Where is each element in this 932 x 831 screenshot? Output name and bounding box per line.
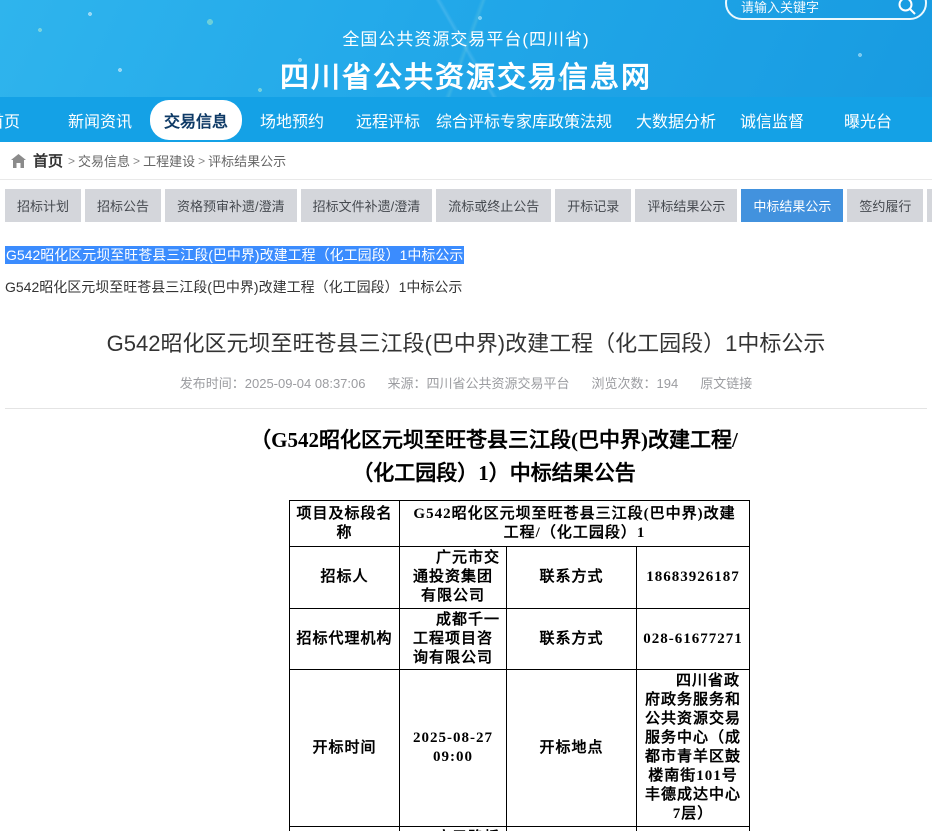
breadcrumb-separator: > [133,154,140,168]
page-title: G542昭化区元坝至旺苍县三江段(巴中界)改建工程（化工园段）1中标公示 [0,326,932,358]
category-tabs: 招标计划 招标公告 资格预审补遗/澄清 招标文件补遗/澄清 流标或终止公告 开标… [5,189,932,222]
cell-winner-label: 中标单位 [290,826,400,831]
nav-item-remote-evaluation[interactable]: 远程评标 [340,108,436,132]
table-row: 招标人 广元市交通投资集团有限公司 联系方式 18683926187 [290,547,750,609]
site-subtitle: 全国公共资源交易平台(四川省) [0,25,932,50]
content-divider [5,408,927,409]
cell-agency-contact-value: 028-61677271 [637,608,750,670]
nav-item-trade-info[interactable]: 交易信息 [148,100,244,140]
result-list-item[interactable]: G542昭化区元坝至旺苍县三江段(巴中界)改建工程（化工园段）1中标公示 [5,277,932,297]
cell-contact-label: 联系方式 [507,547,637,609]
nav-item-exposure[interactable]: 曝光台 [820,108,916,132]
cell-project-name-value: G542昭化区元坝至旺苍县三江段(巴中界)改建工程/（化工园段）1 [400,501,750,547]
table-row: 开标时间 2025-08-27 09:00 开标地点 四川省政府政务服务和公共资… [290,670,750,826]
publish-time: 发布时间：2025-09-04 08:37:06 [180,376,366,391]
cell-notice-date-label: 中标通知书发出日期 [507,826,637,831]
cell-opening-time-label: 开标时间 [290,670,400,826]
search-box[interactable] [725,0,927,20]
table-row: 项目及标段名称 G542昭化区元坝至旺苍县三江段(巴中界)改建工程/（化工园段）… [290,501,750,547]
tab-award-results[interactable]: 中标结果公示 [741,189,843,222]
cell-project-name-label: 项目及标段名称 [290,501,400,547]
breadcrumb: 首页 > 交易信息 > 工程建设 > 评标结果公示 [0,142,932,180]
tab-prequalification-supplement[interactable]: 资格预审补遗/澄清 [165,189,297,222]
site-title: 四川省公共资源交易信息网 [0,54,932,96]
search-icon[interactable] [897,0,917,16]
cell-tenderer-label: 招标人 [290,547,400,609]
nav-item-policies[interactable]: 政策法规 [532,108,628,132]
nav-item-home[interactable]: 首页 [0,108,52,132]
award-result-table: 项目及标段名称 G542昭化区元坝至旺苍县三江段(巴中界)改建工程/（化工园段）… [289,500,750,831]
article-meta: 发布时间：2025-09-04 08:37:06 来源：四川省公共资源交易平台 浏览… [0,373,932,392]
main-navbar: 首页 新闻资讯 交易信息 场地预约 远程评标 综合评标专家库 政策法规 大数据分… [0,97,932,142]
table-row: 招标代理机构 成都千一工程项目咨询有限公司 联系方式 028-61677271 [290,608,750,670]
tab-evaluation-results[interactable]: 评标结果公示 [635,189,737,222]
tab-bidding-plan[interactable]: 招标计划 [5,189,81,222]
cell-contact-value: 18683926187 [637,547,750,609]
breadcrumb-home[interactable]: 首页 [33,150,63,171]
document-title: （G542昭化区元坝至旺苍县三江段(巴中界)改建工程/（化工园段）1）中标结果公… [238,424,750,489]
cell-agency-contact-label: 联系方式 [507,608,637,670]
table-row: 中标单位 广元路桥集团有限公司 中标通知书发出日期 2025-09-10 [290,826,750,831]
tab-bid-opening-record[interactable]: 开标记录 [555,189,631,222]
breadcrumb-evaluation-results[interactable]: 评标结果公示 [208,151,286,170]
source: 来源：四川省公共资源交易平台 [387,376,569,391]
breadcrumb-engineering[interactable]: 工程建设 [143,151,195,170]
breadcrumb-separator: > [198,154,205,168]
tab-partial[interactable] [927,189,932,222]
cell-opening-place-value: 四川省政府政务服务和公共资源交易服务中心（成都市青羊区鼓楼南街101号丰德成达中… [637,670,750,826]
search-input[interactable] [727,0,887,15]
cell-tenderer-value: 广元市交通投资集团有限公司 [400,547,507,609]
nav-item-news[interactable]: 新闻资讯 [52,108,148,132]
result-list-item-selected[interactable]: G542昭化区元坝至旺苍县三江段(巴中界)改建工程（化工园段）1中标公示 [5,245,932,265]
cell-opening-time-value: 2025-08-27 09:00 [400,670,507,826]
nav-item-venue-booking[interactable]: 场地预约 [244,108,340,132]
tab-contract-performance[interactable]: 签约履行 [847,189,923,222]
nav-item-expert-library[interactable]: 综合评标专家库 [436,108,532,132]
cell-winner-value: 广元路桥集团有限公司 [400,826,507,831]
view-count: 浏览次数：194 [592,376,679,391]
cell-opening-place-label: 开标地点 [507,670,637,826]
original-link[interactable]: 原文链接 [700,376,752,391]
nav-item-integrity-supervision[interactable]: 诚信监督 [724,108,820,132]
nav-item-services[interactable]: 办事 [916,108,932,132]
nav-item-big-data[interactable]: 大数据分析 [628,108,724,132]
home-icon [10,153,27,169]
tab-failed-or-terminated[interactable]: 流标或终止公告 [436,189,551,222]
breadcrumb-separator: > [68,154,75,168]
tab-bid-document-supplement[interactable]: 招标文件补遗/澄清 [301,189,433,222]
tab-bidding-announcement[interactable]: 招标公告 [85,189,161,222]
cell-agency-value: 成都千一工程项目咨询有限公司 [400,608,507,670]
breadcrumb-trade-info[interactable]: 交易信息 [78,151,130,170]
cell-notice-date-value: 2025-09-10 [637,826,750,831]
site-header: 全国公共资源交易平台(四川省) 四川省公共资源交易信息网 [0,0,932,97]
cell-agency-label: 招标代理机构 [290,608,400,670]
